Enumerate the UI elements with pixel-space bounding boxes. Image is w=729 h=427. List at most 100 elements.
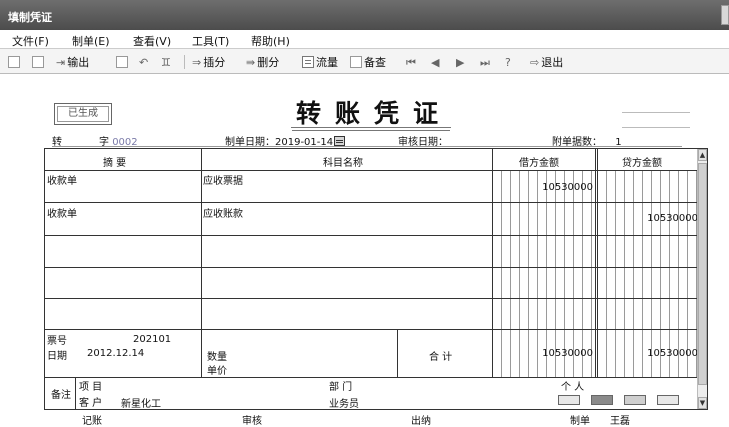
row-divider bbox=[45, 202, 698, 203]
right-line-1 bbox=[622, 112, 690, 113]
help-icon: ? bbox=[505, 55, 511, 69]
binoculars-icon: ♊ bbox=[161, 55, 171, 69]
row-divider bbox=[45, 329, 698, 330]
last-icon: ⏭ bbox=[480, 55, 490, 69]
window-control-button[interactable] bbox=[721, 5, 729, 25]
row2-credit[interactable]: 10530000 bbox=[598, 213, 698, 224]
undo-button[interactable]: ↶ bbox=[139, 54, 150, 69]
ticket-no-label: 票号 bbox=[47, 336, 67, 347]
insert-entry-button[interactable]: ⇒ 插分 bbox=[192, 54, 225, 69]
meta-underline bbox=[52, 146, 682, 147]
next-record-button[interactable]: ▶ bbox=[456, 54, 466, 69]
bookkeeper-label: 记账 bbox=[82, 416, 102, 427]
delete-entry-button[interactable]: ⇛ 删分 bbox=[246, 54, 279, 69]
scroll-thumb[interactable] bbox=[698, 163, 707, 385]
export-icon: ⇥ bbox=[56, 55, 66, 69]
menu-voucher[interactable]: 制单(E) bbox=[72, 33, 110, 49]
maker-label: 制单 bbox=[570, 416, 590, 427]
scroll-down-icon[interactable]: ▼ bbox=[698, 397, 707, 409]
department-label: 部 门 bbox=[329, 382, 353, 393]
cashflow-button[interactable]: 流量 bbox=[302, 54, 338, 69]
remarks-label: 备注 bbox=[51, 390, 71, 401]
title-underline bbox=[291, 127, 451, 128]
title-bar: 填制凭证 bbox=[0, 0, 729, 30]
last-record-button[interactable]: ⏭ bbox=[480, 54, 492, 69]
quantity-label: 数量 bbox=[207, 352, 227, 363]
printer-icon bbox=[8, 55, 20, 68]
customer-value: 新星化工 bbox=[121, 399, 161, 410]
scroll-up-icon[interactable]: ▲ bbox=[698, 149, 707, 161]
save-icon bbox=[116, 55, 128, 68]
total-credit: 10530000 bbox=[647, 348, 698, 359]
maker-value: 王磊 bbox=[610, 416, 630, 427]
row-divider bbox=[45, 377, 698, 378]
table-scrollbar[interactable]: ▲ ▼ bbox=[697, 149, 707, 409]
toolbar: ⇥ 输出 ↶ ♊ ⇒ 插分 ⇛ 删分 流量 备查 ⏮ ◀ ▶ ⏭ ? ⇨ 退出 bbox=[0, 48, 729, 74]
row1-summary[interactable]: 收款单 bbox=[47, 172, 77, 187]
header-summary: 摘 要 bbox=[103, 158, 127, 169]
preview-button[interactable] bbox=[32, 54, 46, 69]
undo-icon: ↶ bbox=[139, 55, 149, 69]
total-debit: 10530000 bbox=[542, 348, 593, 359]
menu-help[interactable]: 帮助(H) bbox=[251, 33, 290, 49]
row-divider bbox=[45, 298, 698, 299]
preview-icon bbox=[32, 55, 44, 68]
save-button[interactable] bbox=[116, 54, 130, 69]
voucher-title: 转账凭证 bbox=[296, 99, 453, 128]
help-button[interactable]: ? bbox=[505, 54, 513, 69]
first-icon: ⏮ bbox=[406, 55, 416, 69]
project-label: 项 目 bbox=[79, 382, 103, 393]
previous-record-button[interactable]: ◀ bbox=[431, 54, 441, 69]
row-divider bbox=[45, 267, 698, 268]
row-divider bbox=[45, 170, 698, 171]
exit-icon: ⇨ bbox=[530, 55, 540, 69]
row1-account[interactable]: 应收票据 bbox=[203, 172, 243, 187]
col-divider bbox=[397, 329, 398, 377]
cashflow-icon bbox=[302, 55, 314, 68]
menu-file[interactable]: 文件(F) bbox=[12, 33, 49, 49]
next-icon: ▶ bbox=[456, 55, 465, 69]
row-divider bbox=[45, 235, 698, 236]
col-divider bbox=[595, 149, 596, 377]
entry-control-button[interactable] bbox=[624, 395, 646, 405]
previous-icon: ◀ bbox=[431, 55, 440, 69]
ticket-no-value: 202101 bbox=[133, 334, 172, 345]
header-debit: 借方金额 bbox=[519, 158, 559, 169]
delete-row-icon: ⇛ bbox=[246, 55, 256, 69]
menu-tools[interactable]: 工具(T) bbox=[192, 33, 229, 49]
row1-debit[interactable]: 10530000 bbox=[495, 182, 593, 193]
customer-label: 客 户 bbox=[79, 398, 103, 409]
exit-button[interactable]: ⇨ 退出 bbox=[530, 54, 563, 69]
header-credit: 贷方金额 bbox=[622, 158, 662, 169]
find-button[interactable]: ♊ bbox=[161, 54, 173, 69]
export-button[interactable]: ⇥ 输出 bbox=[56, 54, 89, 69]
first-record-button[interactable]: ⏮ bbox=[406, 54, 418, 69]
total-label: 合 计 bbox=[429, 352, 453, 363]
header-account: 科目名称 bbox=[323, 158, 363, 169]
cashier-label: 出纳 bbox=[411, 416, 431, 427]
auditor-label: 审核 bbox=[242, 416, 262, 427]
salesperson-label: 业务员 bbox=[329, 399, 359, 410]
entry-control-button[interactable] bbox=[591, 395, 613, 405]
menu-view[interactable]: 查看(V) bbox=[133, 33, 171, 49]
calendar-icon[interactable] bbox=[334, 136, 346, 146]
entry-control-button[interactable] bbox=[558, 395, 580, 405]
col-divider bbox=[201, 149, 202, 377]
title-underline-2 bbox=[292, 130, 450, 131]
right-line-2 bbox=[622, 127, 690, 128]
insert-row-icon: ⇒ bbox=[192, 55, 202, 69]
print-button[interactable] bbox=[8, 54, 22, 69]
remarks-divider bbox=[75, 377, 76, 410]
entry-control-button[interactable] bbox=[657, 395, 679, 405]
person-label: 个 人 bbox=[561, 382, 585, 393]
row2-account[interactable]: 应收账款 bbox=[203, 205, 243, 220]
reference-icon bbox=[350, 55, 362, 68]
reference-button[interactable]: 备查 bbox=[350, 54, 386, 69]
unit-price-label: 单价 bbox=[207, 366, 227, 377]
status-badge: 已生成 bbox=[54, 103, 112, 125]
window-title: 填制凭证 bbox=[8, 11, 52, 24]
voucher-entry-table: 摘 要 科目名称 借方金额 贷方金额 收款单 应收票据 10530000 收款单… bbox=[44, 148, 708, 410]
menu-bar: 文件(F) 制单(E) 查看(V) 工具(T) 帮助(H) bbox=[0, 30, 729, 48]
toolbar-divider bbox=[184, 55, 185, 69]
row2-summary[interactable]: 收款单 bbox=[47, 205, 77, 220]
